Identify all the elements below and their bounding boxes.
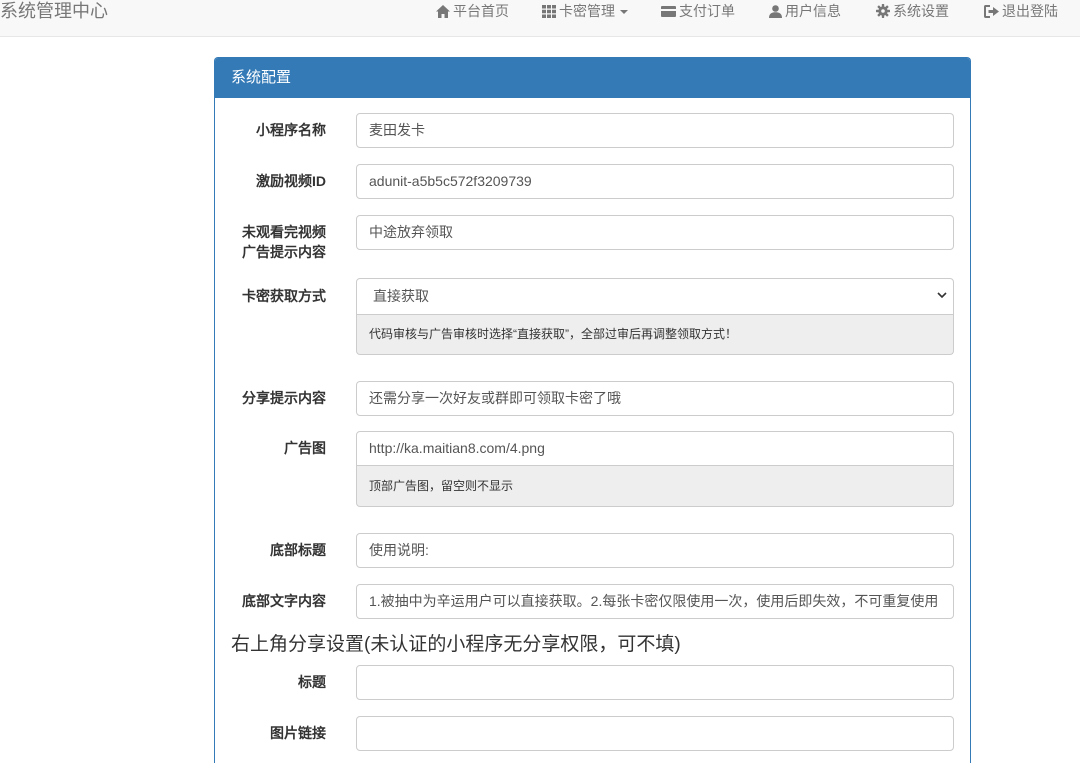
grid-icon [542,4,556,18]
app-name-input[interactable]: 麦田发卡 [356,113,954,148]
unwatched-label-line1: 未观看完视频 [242,224,326,240]
gear-icon [876,4,890,18]
nav-payment-orders[interactable]: 支付订单 [661,0,735,22]
card-method-label: 卡密获取方式 [242,288,326,304]
panel-title: 系统配置 [215,58,970,98]
footer-title-label: 底部标题 [270,542,326,558]
unwatched-label-line2: 广告提示内容 [242,244,326,260]
home-icon [436,4,450,18]
brand-title[interactable]: 系统管理中心 [0,0,108,22]
user-icon [769,4,782,18]
top-navbar: 系统管理中心 平台首页 卡密管理 支付订单 用户信息 系统设置 退出登陆 [0,0,1080,37]
nav-logout[interactable]: 退出登陆 [984,0,1058,22]
video-id-label: 激励视频ID [256,173,326,189]
card-method-selected: 直接获取 [373,288,429,304]
nav-card-management-label: 卡密管理 [559,3,615,19]
footer-text-input[interactable]: 1.被抽中为辛运用户可以直接获取。2.每张卡密仅限使用一次，使用后即失效，不可重… [356,584,954,619]
unwatched-input[interactable]: 中途放弃领取 [356,215,954,250]
chevron-down-icon [937,292,947,299]
nav-user-info-label: 用户信息 [785,3,841,19]
share-image-label: 图片链接 [270,725,326,741]
app-name-label: 小程序名称 [256,122,326,138]
nav-card-management[interactable]: 卡密管理 [542,0,628,22]
card-icon [661,5,676,17]
caret-down-icon [620,10,628,14]
logout-icon [984,4,999,18]
share-image-input[interactable] [356,716,954,751]
share-section-title: 右上角分享设置(未认证的小程序无分享权限，可不填) [231,634,681,655]
nav-user-info[interactable]: 用户信息 [769,0,841,22]
card-method-select[interactable]: 直接获取 [356,278,954,315]
nav-system-settings[interactable]: 系统设置 [876,0,949,22]
share-title-label: 标题 [298,674,326,690]
nav-home[interactable]: 平台首页 [436,0,509,22]
share-title-input[interactable] [356,665,954,700]
nav-system-settings-label: 系统设置 [893,3,949,19]
footer-title-input[interactable]: 使用说明: [356,533,954,568]
ad-image-help: 顶部广告图，留空则不显示 [356,466,954,507]
ad-image-label: 广告图 [284,440,326,456]
video-id-input[interactable]: adunit-a5b5c572f3209739 [356,164,954,199]
share-tip-input[interactable]: 还需分享一次好友或群即可领取卡密了哦 [356,381,954,416]
card-method-help: 代码审核与广告审核时选择“直接获取”，全部过审后再调整领取方式！ [356,315,954,355]
ad-image-input[interactable]: http://ka.maitian8.com/4.png [356,431,954,466]
unwatched-label: 未观看完视频 广告提示内容 [214,222,326,262]
nav-logout-label: 退出登陆 [1002,3,1058,19]
nav-home-label: 平台首页 [453,3,509,19]
footer-text-label: 底部文字内容 [242,593,326,609]
share-tip-label: 分享提示内容 [242,390,326,406]
nav-payment-orders-label: 支付订单 [679,3,735,19]
